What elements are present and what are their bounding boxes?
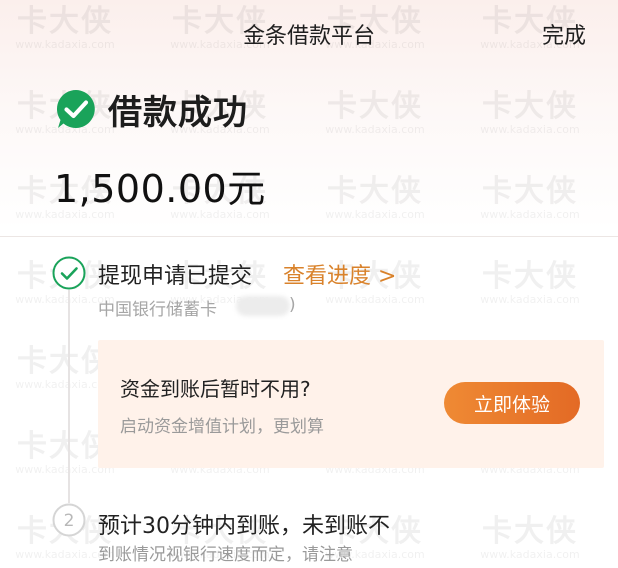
check-circle-icon bbox=[56, 90, 95, 128]
check-circle-outline-icon bbox=[52, 256, 86, 290]
header: 金条借款平台 完成 bbox=[0, 0, 618, 64]
step-submitted-title: 提现申请已提交 bbox=[98, 264, 253, 289]
promo-card: 资金到账后暂时不用? 启动资金增值计划，更划算 立即体验 bbox=[98, 340, 604, 468]
step-two-number-icon: 2 bbox=[52, 503, 86, 537]
view-progress-link[interactable]: 查看进度 > bbox=[283, 258, 396, 290]
step-arrival-description: 到账情况视银行速度而定，请注意 bbox=[98, 545, 353, 565]
bank-card-suffix: ) bbox=[289, 295, 296, 315]
promo-subtitle: 启动资金增值计划，更划算 bbox=[120, 417, 324, 437]
success-banner: 借款成功 bbox=[54, 84, 248, 134]
step-two-number: 2 bbox=[64, 511, 75, 531]
bank-card-label: 中国银行储蓄卡 bbox=[98, 300, 217, 320]
success-title: 借款成功 bbox=[108, 92, 248, 133]
divider bbox=[0, 236, 618, 237]
step-arrival-title: 预计30分钟内到账，未到账不 bbox=[98, 514, 390, 539]
watermark: 卡大侠www.kadaxia.com bbox=[325, 89, 425, 136]
promo-title: 资金到账后暂时不用? bbox=[120, 377, 311, 401]
watermark: 卡大侠www.kadaxia.com bbox=[480, 174, 580, 221]
watermark: 卡大侠www.kadaxia.com bbox=[480, 259, 580, 306]
watermark: 卡大侠www.kadaxia.com bbox=[480, 89, 580, 136]
masked-card-number bbox=[236, 296, 290, 316]
timeline-line bbox=[68, 290, 70, 503]
page-title: 金条借款平台 bbox=[242, 24, 375, 49]
watermark: 卡大侠www.kadaxia.com bbox=[480, 514, 580, 561]
watermark: 卡大侠www.kadaxia.com bbox=[325, 174, 425, 221]
done-button[interactable]: 完成 bbox=[542, 18, 586, 50]
try-now-button[interactable]: 立即体验 bbox=[444, 382, 580, 424]
loan-amount: 1,500.00元 bbox=[54, 167, 266, 211]
